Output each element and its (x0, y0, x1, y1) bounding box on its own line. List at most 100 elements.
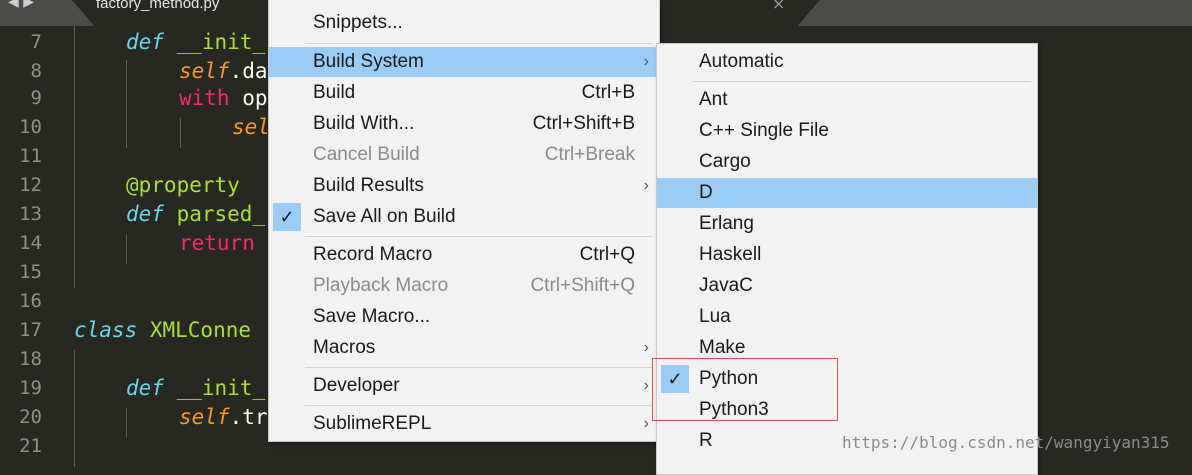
menu-item-build-with[interactable]: Build With... Ctrl+Shift+B (269, 109, 659, 139)
tab-nav-arrows[interactable]: ◀ ▶ (8, 0, 34, 10)
keyword: class (74, 318, 138, 342)
code-text: .tr (229, 405, 268, 429)
menu-item-label: R (699, 430, 713, 451)
chevron-right-icon: › (643, 377, 649, 394)
keyword: def (126, 202, 164, 226)
menu-item-record-macro[interactable]: Record Macro Ctrl+Q (269, 240, 659, 270)
tools-menu: Snippets... Build System › Build Ctrl+B Bu… (268, 0, 660, 442)
chevron-right-icon: › (643, 415, 649, 432)
menu-separator (305, 367, 653, 368)
line-number: 12 (19, 174, 42, 196)
code-text: op (229, 86, 268, 110)
menu-item-label: Cancel Build (313, 144, 420, 165)
build-system-item-javac[interactable]: JavaC (657, 271, 1037, 301)
menu-item-build[interactable]: Build Ctrl+B (269, 78, 659, 108)
close-icon[interactable]: × (772, 0, 785, 13)
menu-item-cancel-build[interactable]: Cancel Build Ctrl+Break (269, 140, 659, 170)
build-system-item-automatic[interactable]: Automatic (657, 47, 1037, 77)
line-number: 20 (19, 406, 42, 428)
code-line: def parsed_ (126, 200, 265, 229)
menu-item-label: Cargo (699, 151, 751, 172)
watermark-text: https://blog.csdn.net/wangyiyan315 (842, 433, 1170, 452)
code-line: with op (179, 84, 268, 113)
indent-guide (74, 26, 75, 288)
line-number: 15 (19, 261, 42, 283)
menu-item-build-results[interactable]: Build Results › (269, 171, 659, 201)
menu-item-developer[interactable]: Developer › (269, 371, 659, 401)
keyword: def (126, 376, 164, 400)
code-line: return (179, 229, 255, 258)
menu-item-save-all-on-build[interactable]: ✓ Save All on Build (269, 202, 659, 232)
check-icon: ✓ (273, 203, 301, 231)
self-keyword: self (179, 59, 230, 83)
menu-item-shortcut: Ctrl+Break (544, 144, 635, 165)
indent-guide (126, 60, 127, 148)
menu-item-label: Save Macro... (313, 306, 431, 327)
build-system-item-haskell[interactable]: Haskell (657, 240, 1037, 270)
function-name: __init_ (163, 30, 266, 54)
code-line: class XMLConne (74, 316, 251, 345)
class-name: XMLConne (137, 318, 252, 342)
code-line: sel (232, 113, 270, 142)
line-number: 13 (19, 203, 42, 225)
menu-item-macros[interactable]: Macros › (269, 333, 659, 363)
menu-item-label: SublimeREPL (313, 413, 432, 434)
menu-item-label: Lua (699, 306, 731, 327)
line-number: 17 (19, 319, 42, 341)
code-line: @property (126, 171, 240, 200)
menu-item-shortcut: Ctrl+Q (579, 244, 635, 265)
line-number: 9 (30, 87, 42, 109)
code-line: def __init_ (126, 374, 265, 403)
menu-item-label: Build With... (313, 113, 415, 134)
indent-guide (180, 118, 181, 148)
menu-separator (693, 81, 1031, 82)
menu-item-save-macro[interactable]: Save Macro... (269, 302, 659, 332)
code-line: self.da (179, 57, 268, 86)
menu-item-build-system[interactable]: Build System › (269, 47, 659, 77)
line-number: 11 (19, 145, 42, 167)
menu-item-shortcut: Ctrl+Shift+Q (530, 275, 635, 296)
menu-item-playback-macro[interactable]: Playback Macro Ctrl+Shift+Q (269, 271, 659, 301)
menu-item-label: Developer (313, 375, 400, 396)
indent-guide (126, 234, 127, 264)
line-number: 16 (19, 290, 42, 312)
menu-separator (305, 236, 653, 237)
keyword: with (179, 86, 230, 110)
menu-item-label: D (699, 182, 713, 203)
build-system-item-ant[interactable]: Ant (657, 85, 1037, 115)
line-number: 14 (19, 232, 42, 254)
menu-item-label: Snippets... (313, 12, 403, 33)
build-system-item-lua[interactable]: Lua (657, 302, 1037, 332)
menu-item-label: Build (313, 82, 356, 103)
decorator: @property (126, 173, 240, 197)
line-number: 10 (19, 116, 42, 138)
menu-item-label: Build System (313, 51, 424, 72)
menu-item-label: Automatic (699, 51, 784, 72)
build-system-item-d[interactable]: D (657, 178, 1037, 208)
build-system-item-erlang[interactable]: Erlang (657, 209, 1037, 239)
self-keyword: self (179, 405, 230, 429)
menu-item-label: Record Macro (313, 244, 433, 265)
build-system-item-cpp-single-file[interactable]: C++ Single File (657, 116, 1037, 146)
menu-separator (305, 43, 653, 44)
menu-item-snippets[interactable]: Snippets... (269, 8, 659, 38)
keyword: def (126, 30, 164, 54)
tab-title: factory_method.py (96, 0, 220, 12)
menu-item-shortcut: Ctrl+B (581, 82, 635, 103)
function-name: __init_ (163, 376, 266, 400)
menu-item-label: Playback Macro (313, 275, 449, 296)
code-line: def __init_ (126, 28, 265, 57)
line-number: 8 (30, 60, 42, 82)
menu-item-label: Save All on Build (313, 206, 456, 227)
indent-guide (126, 408, 127, 438)
function-name: parsed_ (163, 202, 266, 226)
line-number: 19 (19, 377, 42, 399)
build-system-item-cargo[interactable]: Cargo (657, 147, 1037, 177)
menu-item-label: Erlang (699, 213, 754, 234)
menu-item-label: Haskell (699, 244, 762, 265)
menu-item-label: JavaC (699, 275, 753, 296)
self-keyword: sel (232, 115, 270, 139)
keyword: return (179, 231, 255, 255)
line-number: 21 (19, 435, 42, 457)
menu-item-sublimerepl[interactable]: SublimeREPL › (269, 409, 659, 439)
